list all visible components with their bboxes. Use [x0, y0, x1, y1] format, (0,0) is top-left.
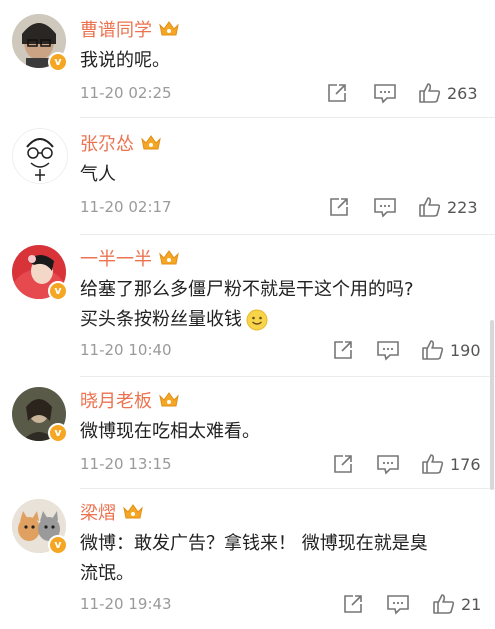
share-button[interactable] [326, 82, 348, 104]
smile-emoji-icon [246, 309, 268, 331]
thumbs-up-icon [433, 594, 455, 614]
avatar[interactable] [12, 128, 68, 184]
share-icon [334, 455, 352, 473]
thumbs-up-icon [419, 197, 441, 217]
like-count: 263 [447, 83, 478, 103]
comment-timestamp: 11-20 02:25 [80, 84, 172, 102]
like-count: 176 [450, 454, 481, 474]
share-icon [328, 84, 346, 102]
comment-text-line: 买头条按粉丝量收钱 [80, 305, 480, 335]
share-button[interactable] [332, 453, 354, 475]
verified-v-icon: v [48, 52, 68, 72]
crown-badge-icon [123, 504, 143, 519]
comment-icon [377, 341, 399, 361]
thumbs-up-icon [419, 83, 441, 103]
username[interactable]: 晓月老板 [80, 387, 152, 413]
like-count: 21 [461, 594, 482, 614]
comment-button[interactable] [373, 82, 397, 104]
scrollbar[interactable] [490, 320, 494, 490]
comment-text: 微博：敢发广告？拿钱来！ 微博现在就是臭 流氓。 [80, 529, 480, 589]
share-icon [334, 341, 352, 359]
username[interactable]: 张尕怂 [80, 130, 134, 156]
verified-v-icon: v [48, 535, 68, 555]
username[interactable]: 曹谱同学 [80, 16, 152, 42]
like-count: 223 [447, 197, 478, 217]
thumbs-up-icon [422, 340, 444, 360]
comment-text: 我说的呢。 [80, 50, 170, 71]
comment-text-line: 给塞了那么多僵尸粉不就是干这个用的吗? [80, 279, 414, 300]
comment-item: v 晓月老板 微博现在吃相太难看。 11-20 13:15 176 [0, 377, 495, 489]
thumbs-up-icon [422, 454, 444, 474]
like-button[interactable]: 21 [432, 593, 481, 615]
comment-text: 气人 [80, 164, 116, 185]
comment-button[interactable] [376, 453, 400, 475]
comment-text: 给塞了那么多僵尸粉不就是干这个用的吗? 买头条按粉丝量收钱 [80, 275, 480, 335]
comment-icon [374, 198, 396, 218]
crown-badge-icon [159, 250, 179, 265]
like-button[interactable]: 223 [418, 196, 478, 218]
like-button[interactable]: 176 [421, 453, 481, 475]
verified-v-icon: v [48, 423, 68, 443]
comment-timestamp: 11-20 19:43 [80, 595, 172, 613]
comment-text-line: 流氓。 [80, 563, 134, 584]
comment-button[interactable] [373, 196, 397, 218]
comment-item: v 曹谱同学 我说的呢。 11-20 02:25 263 [0, 0, 495, 118]
comment-button[interactable] [376, 339, 400, 361]
share-button[interactable] [342, 593, 364, 615]
like-count: 190 [450, 340, 481, 360]
comment-text: 微博现在吃相太难看。 [80, 421, 260, 442]
comment-item: 张尕怂 气人 11-20 02:17 223 [0, 118, 495, 235]
username[interactable]: 梁熠 [80, 499, 116, 525]
like-button[interactable]: 263 [418, 82, 478, 104]
like-button[interactable]: 190 [421, 339, 481, 361]
crown-badge-icon [159, 21, 179, 36]
username[interactable]: 一半一半 [80, 245, 152, 271]
verified-v-icon: v [48, 281, 68, 301]
crown-badge-icon [159, 392, 179, 407]
comment-item: v 梁熠 微博：敢发广告？拿钱来！ 微博现在就是臭 流氓。 11-20 19:4… [0, 489, 495, 629]
comment-icon [387, 595, 409, 615]
share-icon [344, 595, 362, 613]
share-icon [330, 198, 348, 216]
comment-item: v 一半一半 给塞了那么多僵尸粉不就是干这个用的吗? 买头条按粉丝量收钱 11-… [0, 235, 495, 377]
comment-button[interactable] [386, 593, 410, 615]
comment-text-line: 微博：敢发广告？拿钱来！ 微博现在就是臭 [80, 533, 428, 554]
comment-icon [374, 84, 396, 104]
comment-timestamp: 11-20 13:15 [80, 455, 172, 473]
comment-icon [377, 455, 399, 475]
comment-timestamp: 11-20 10:40 [80, 341, 172, 359]
crown-badge-icon [141, 135, 161, 150]
share-button[interactable] [332, 339, 354, 361]
share-button[interactable] [328, 196, 350, 218]
comment-text-part: 买头条按粉丝量收钱 [80, 309, 242, 330]
comment-timestamp: 11-20 02:17 [80, 198, 172, 216]
